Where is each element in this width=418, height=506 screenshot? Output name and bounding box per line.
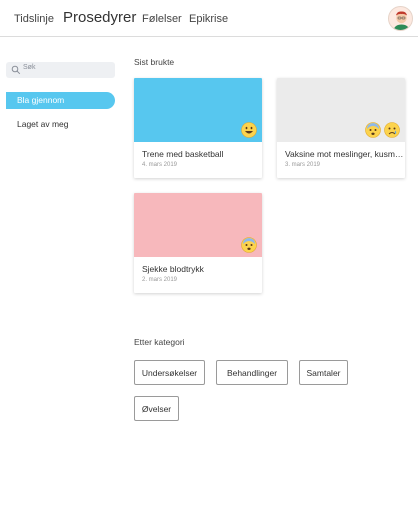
category-section-title: Etter kategori (134, 337, 185, 347)
grinning-face-icon (241, 122, 257, 138)
user-avatar[interactable] (388, 6, 413, 31)
sidebar-item-laget-av-meg[interactable]: Laget av meg (6, 116, 115, 133)
recent-section-title: Sist brukte (134, 57, 175, 67)
card-title: Trene med basketball (142, 149, 224, 159)
card-title: Sjekke blodtrykk (142, 264, 204, 274)
search-input[interactable]: Søk (6, 62, 115, 78)
avatar-person-icon (393, 11, 410, 30)
nav-tab-tidslinje[interactable]: Tidslinje (14, 13, 54, 25)
anxious-face-icon (365, 122, 381, 138)
top-navigation: Tidslinje Prosedyrer Følelser Epikrise (0, 0, 418, 37)
category-button-ovelser[interactable]: Øvelser (134, 396, 179, 421)
card-date: 2. mars 2019 (142, 277, 178, 283)
category-button-undersokelser[interactable]: Undersøkelser (134, 360, 205, 385)
procedure-card[interactable]: Trene med basketball 4. mars 2019 (134, 78, 262, 178)
procedure-card[interactable]: Sjekke blodtrykk 2. mars 2019 (134, 193, 262, 293)
nav-tab-epikrise[interactable]: Epikrise (189, 13, 228, 25)
sidebar-item-bla-gjennom[interactable]: Bla gjennom (6, 92, 115, 109)
card-date: 3. mars 2019 (285, 162, 321, 168)
nav-tab-prosedyrer[interactable]: Prosedyrer (63, 9, 136, 26)
card-title: Vaksine mot meslinger, kusm… (285, 149, 404, 159)
search-placeholder: Søk (23, 64, 36, 71)
card-date: 4. mars 2019 (142, 162, 178, 168)
search-icon (11, 65, 21, 75)
nav-tab-folelser[interactable]: Følelser (142, 13, 182, 25)
category-button-samtaler[interactable]: Samtaler (299, 360, 348, 385)
anxious-face-icon (241, 237, 257, 253)
procedure-card[interactable]: Vaksine mot meslinger, kusm… 3. mars 201… (277, 78, 405, 178)
sad-face-icon (384, 122, 400, 138)
category-button-behandlinger[interactable]: Behandlinger (216, 360, 288, 385)
